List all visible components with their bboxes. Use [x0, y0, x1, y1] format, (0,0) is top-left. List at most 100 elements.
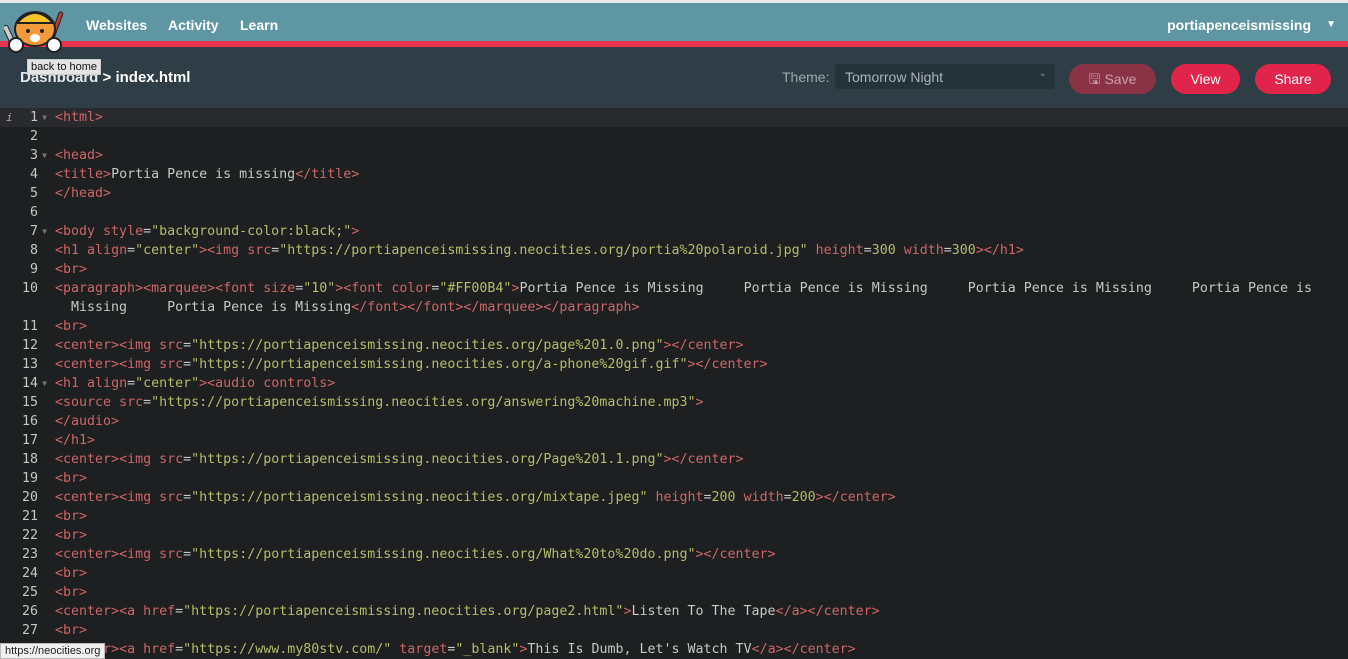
code-line[interactable]: 24 <br> [0, 564, 1348, 583]
code-editor[interactable]: 1▼i<html>2​3▼<head>4<title>Portia Pence … [0, 108, 1348, 658]
fold-arrow-icon[interactable]: ▼ [42, 374, 47, 393]
code-text[interactable]: <paragraph><marquee><font size="10"><fon… [50, 279, 1340, 317]
code-text[interactable]: <br> [50, 526, 1340, 545]
code-text[interactable]: ​ [50, 203, 1340, 222]
breadcrumb-separator: > [102, 69, 112, 86]
nav-activity[interactable]: Activity [168, 17, 219, 33]
code-line[interactable]: 7 ▼ <body style="background-color:black;"> [0, 222, 1348, 241]
share-button[interactable]: Share [1255, 64, 1331, 94]
code-line[interactable]: 22 <br> [0, 526, 1348, 545]
code-line[interactable]: 20 <center><img src="https://portiapencei… [0, 488, 1348, 507]
code-text[interactable]: <br> [50, 469, 1340, 488]
code-text[interactable]: <head> [50, 146, 1340, 165]
line-number: 25 [21, 585, 38, 600]
code-text[interactable]: <h1 align="center"><img src="https://por… [50, 241, 1340, 260]
code-text[interactable]: <center><img src="https://portiapenceism… [50, 545, 1340, 564]
code-text[interactable]: <br> [50, 583, 1340, 602]
code-line[interactable]: 9 <br> [0, 260, 1348, 279]
code-line[interactable]: 10 <paragraph><marquee><font size="10"><f… [0, 279, 1348, 317]
code-line[interactable]: 3 ▼ <head> [0, 146, 1348, 165]
code-line[interactable]: 28<center><a href="https://www.my80stv.c… [0, 640, 1348, 659]
line-number: 3 ▼ [29, 146, 47, 165]
chevron-down-icon[interactable]: ▼ [1326, 19, 1336, 30]
code-line[interactable]: 1 ▼ i <html> [0, 108, 1348, 127]
floppy-disk-icon: 🖫 [1088, 71, 1101, 87]
code-line[interactable]: 6​ [0, 203, 1348, 222]
code-text[interactable]: <center><a href="https://portiapenceismi… [50, 602, 1340, 621]
code-line[interactable]: 13 <center><img src="https://portiapencei… [0, 355, 1348, 374]
line-number: 12 [21, 338, 38, 353]
line-number: 1 ▼ i [6, 108, 47, 127]
theme-label: Theme: [782, 69, 830, 85]
code-line[interactable]: 4 <title>Portia Pence is missing</title> [0, 165, 1348, 184]
code-text[interactable]: <source src="https://portiapenceismissin… [50, 393, 1340, 412]
code-line[interactable]: 19 <br> [0, 469, 1348, 488]
code-line[interactable]: 2​ [0, 127, 1348, 146]
code-line[interactable]: 14 ▼ <h1 align="center"><audio controls> [0, 374, 1348, 393]
neocities-cat-logo[interactable] [4, 3, 66, 55]
code-line[interactable]: 25 <br> [0, 583, 1348, 602]
code-text[interactable]: <html> [50, 108, 1340, 127]
code-text[interactable]: </h1> [50, 431, 1340, 450]
line-number: 6 [29, 205, 38, 220]
code-text[interactable]: <title>Portia Pence is missing</title> [50, 165, 1340, 184]
line-number: 20 [21, 490, 38, 505]
code-line[interactable]: 5 </head> [0, 184, 1348, 203]
line-number: 23 [21, 547, 38, 562]
code-line[interactable]: 27 <br> [0, 621, 1348, 640]
code-line[interactable]: 16 </audio> [0, 412, 1348, 431]
nav-websites[interactable]: Websites [86, 17, 147, 33]
code-line[interactable]: 17 </h1> [0, 431, 1348, 450]
line-number: 10 [21, 281, 38, 296]
chevron-down-icon: ⌄ [1038, 68, 1047, 79]
breadcrumb-file: index.html [115, 69, 191, 86]
line-number: 15 [21, 395, 38, 410]
code-text[interactable]: <br> [50, 507, 1340, 526]
line-number: 11 [21, 319, 38, 334]
code-text[interactable]: <br> [50, 317, 1340, 336]
line-number: 26 [21, 604, 38, 619]
line-number: 5 [29, 186, 38, 201]
code-line[interactable]: 12 <center><img src="https://portiapencei… [0, 336, 1348, 355]
line-number: 24 [21, 566, 38, 581]
fold-arrow-icon[interactable]: ▼ [42, 146, 47, 165]
save-label: Save [1104, 71, 1137, 87]
line-number: 17 [21, 433, 38, 448]
fold-arrow-icon[interactable]: ▼ [42, 222, 47, 241]
line-number: 16 [21, 414, 38, 429]
code-text[interactable]: <center><img src="https://portiapenceism… [50, 336, 1340, 355]
code-text[interactable]: <body style="background-color:black;"> [50, 222, 1340, 241]
code-text[interactable]: ​ [50, 127, 1340, 146]
code-text[interactable]: <center><img src="https://portiapenceism… [50, 450, 1340, 469]
code-line[interactable]: 15 <source src="https://portiapenceismiss… [0, 393, 1348, 412]
code-text[interactable]: </audio> [50, 412, 1340, 431]
line-number: 22 [21, 528, 38, 543]
line-number: 19 [21, 471, 38, 486]
save-button[interactable]: 🖫 Save [1069, 64, 1156, 94]
code-text[interactable]: <h1 align="center"><audio controls> [50, 374, 1340, 393]
code-line[interactable]: 11 <br> [0, 317, 1348, 336]
code-text[interactable]: <center><a href="https://www.my80stv.com… [50, 640, 1340, 659]
code-line[interactable]: 26 <center><a href="https://portiapenceis… [0, 602, 1348, 621]
code-line[interactable]: 18 <center><img src="https://portiapencei… [0, 450, 1348, 469]
line-number: 2 [29, 129, 38, 144]
code-text[interactable]: </head> [50, 184, 1340, 203]
code-line[interactable]: 21 <br> [0, 507, 1348, 526]
line-number: 7 ▼ [29, 222, 47, 241]
theme-select[interactable]: Tomorrow Night ⌄ [835, 64, 1055, 89]
code-text[interactable]: <br> [50, 260, 1340, 279]
code-line[interactable]: 8 <h1 align="center"><img src="https://po… [0, 241, 1348, 260]
view-button[interactable]: View [1171, 64, 1240, 94]
line-number: 4 [29, 167, 38, 182]
line-number: 27 [21, 623, 38, 638]
status-bar-url: https://neocities.org [0, 643, 106, 659]
code-text[interactable]: <br> [50, 564, 1340, 583]
code-text[interactable]: <center><img src="https://portiapenceism… [50, 355, 1340, 374]
code-text[interactable]: <br> [50, 621, 1340, 640]
user-menu[interactable]: portiapenceismissing [1167, 17, 1311, 33]
fold-arrow-icon[interactable]: ▼ [42, 108, 47, 127]
code-line[interactable]: 23 <center><img src="https://portiapencei… [0, 545, 1348, 564]
line-number: 21 [21, 509, 38, 524]
code-text[interactable]: <center><img src="https://portiapenceism… [50, 488, 1340, 507]
nav-learn[interactable]: Learn [240, 17, 278, 33]
